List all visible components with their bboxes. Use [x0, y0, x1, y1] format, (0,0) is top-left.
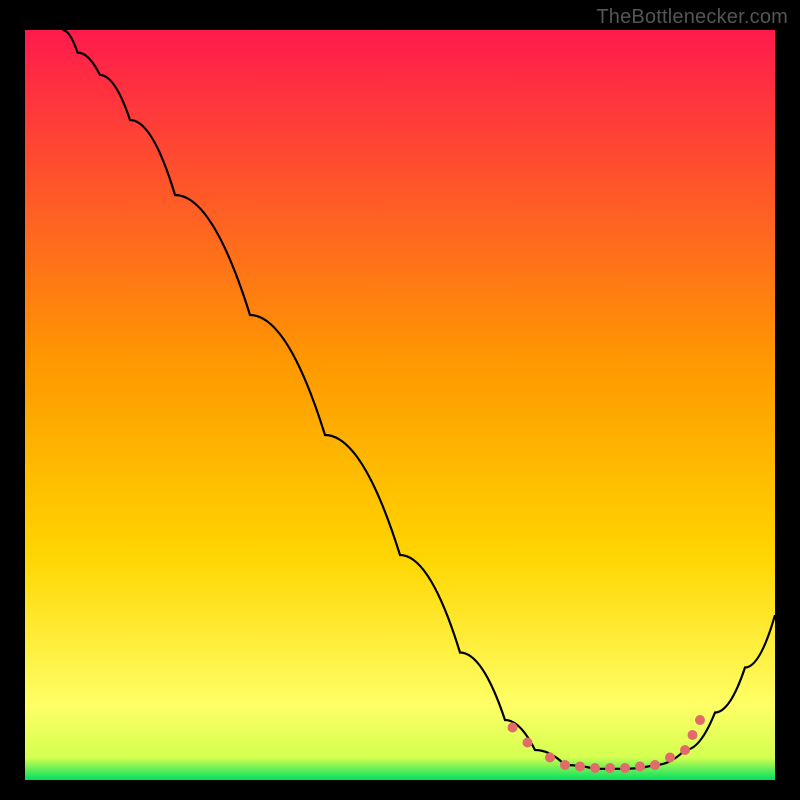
marker-dot [620, 763, 630, 773]
marker-dot [508, 723, 518, 733]
chart-svg [25, 30, 775, 780]
marker-dot [605, 763, 615, 773]
plot-area [25, 30, 775, 780]
marker-dot [688, 730, 698, 740]
watermark-text: TheBottlenecker.com [596, 6, 788, 29]
marker-dot [523, 738, 533, 748]
marker-dot [545, 753, 555, 763]
chart-stage: TheBottlenecker.com [0, 0, 800, 800]
gradient-background [25, 30, 775, 780]
marker-dot [665, 753, 675, 763]
marker-dot [590, 763, 600, 773]
marker-dot [695, 715, 705, 725]
marker-dot [650, 760, 660, 770]
marker-dot [560, 760, 570, 770]
marker-dot [635, 762, 645, 772]
marker-dot [680, 745, 690, 755]
marker-dot [575, 762, 585, 772]
